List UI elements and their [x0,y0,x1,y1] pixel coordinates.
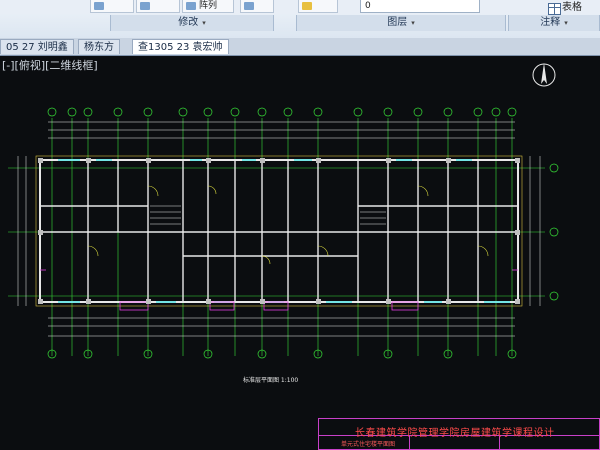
panel-title-label: 修改 [178,17,199,28]
tab-drawing-3[interactable]: 查1305 23 袁宏帅 [132,39,229,54]
title-block: 长春建筑学院管理学院房屋建筑学课程设计 单元式住宅楼平面图 [318,418,600,450]
tab-label: 杨东方 [84,42,114,53]
lightbulb-icon [302,2,312,10]
panel-title-layers[interactable]: 图层 ▾ [296,15,506,31]
table-icon [548,3,561,15]
title-block-subtitle: 单元式住宅楼平面图 [341,441,396,448]
array-button[interactable]: 阵列 [182,0,234,13]
tool-icon [140,2,150,10]
axis-bubbles [47,107,559,359]
table-button-label: 表格 [562,2,582,13]
layer-combo[interactable]: 0 [360,0,480,13]
panel-title-modify[interactable]: 修改 ▾ [110,15,274,31]
chevron-down-icon: ▾ [411,19,415,27]
array-button-label: 阵列 [199,1,218,11]
panel-title-annotation[interactable]: 注释 ▾ [508,15,600,31]
stairs [150,205,386,225]
outer-walls [39,159,519,303]
table-button[interactable]: 表格 [540,0,600,16]
panel-title-label: 注释 [540,17,561,28]
tool-icon [94,2,104,10]
plan-caption: 标准层平面图 1:100 [243,377,299,384]
tab-label: 05 27 刘明鑫 [6,42,68,53]
dimension-lines [17,121,541,337]
panel-title-label: 图层 [387,17,408,28]
windows [58,159,510,303]
ribbon-toolbar-row: 阵列 0 [0,0,600,14]
tab-drawing-1[interactable]: 05 27 刘明鑫 [0,39,74,54]
tab-label: 查1305 23 袁宏帅 [138,42,223,53]
ribbon-tool-button[interactable] [240,0,274,13]
floor-plan-drawing[interactable] [0,56,600,450]
ribbon: 阵列 0 修改 ▾ 图层 ▾ 注释 ▾ 表格 [0,0,600,39]
title-block-title: 长春建筑学院管理学院房屋建筑学课程设计 [355,428,555,439]
interior-walls [40,160,518,302]
tab-drawing-2[interactable]: 杨东方 [78,39,120,54]
ribbon-tool-button[interactable] [136,0,180,13]
exterior-outline [35,155,523,307]
array-icon [186,2,196,10]
chevron-down-icon: ▾ [202,19,206,27]
document-tabs: 05 27 刘明鑫 杨东方 查1305 23 袁宏帅 [0,38,600,56]
tool-icon [244,2,254,10]
ribbon-tool-button[interactable] [90,0,134,13]
layer-state-button[interactable] [298,0,338,13]
layer-combo-value: 0 [365,1,371,11]
chevron-down-icon: ▾ [564,19,568,27]
